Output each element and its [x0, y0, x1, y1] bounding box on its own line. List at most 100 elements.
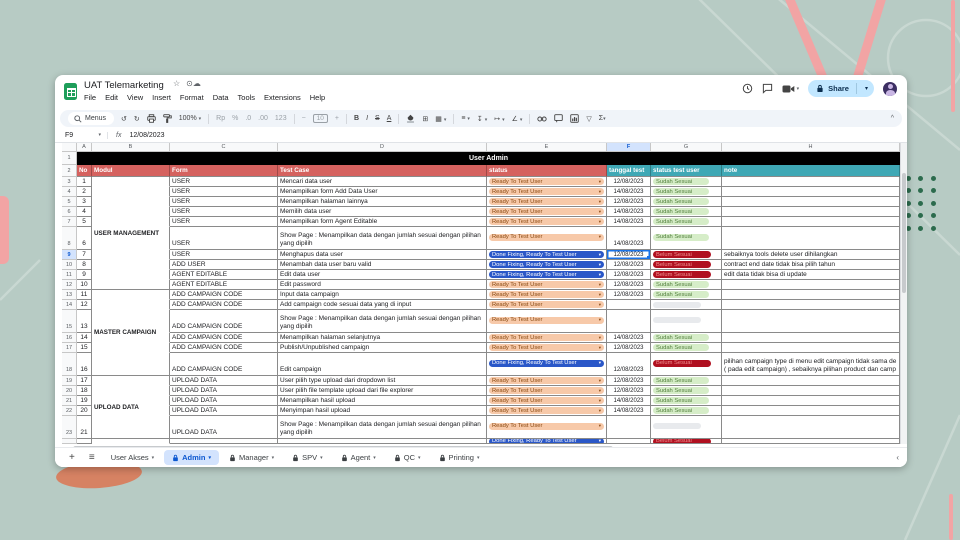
cell-no[interactable]: 11 [77, 290, 92, 300]
chip-caret-icon[interactable]: ▾ [599, 262, 601, 268]
redo-button[interactable]: ↻ [134, 115, 140, 123]
row-header[interactable]: 6 [62, 207, 77, 217]
status-dropdown-chip[interactable]: Done Fixing, Ready To Test User ▾ [489, 271, 604, 278]
cell-test-case[interactable]: Mencari data user [278, 177, 487, 187]
result-dropdown-chip[interactable]: Sudah Sesuai [653, 178, 709, 185]
menu-edit[interactable]: Edit [105, 93, 118, 102]
meet-video-icon[interactable]: ▾ [782, 84, 799, 94]
cell-note[interactable] [722, 310, 900, 333]
cell-no[interactable]: 13 [77, 310, 92, 333]
cell-test-case[interactable]: Publish/Unpublished campaign [278, 343, 487, 353]
move-folder-icon[interactable]: ⊙ [186, 79, 193, 88]
cell-tanggal-test[interactable]: 12/08/2023 [607, 177, 651, 187]
merge-cells-button[interactable]: ▦ ▾ [435, 115, 446, 123]
cell-form[interactable]: USER [170, 207, 278, 217]
cell-tanggal-test[interactable] [607, 310, 651, 333]
cell-note[interactable] [722, 300, 900, 310]
cell-no[interactable]: 12 [77, 300, 92, 310]
result-dropdown-chip[interactable]: Sudah Sesuai [653, 407, 709, 414]
cell-test-case[interactable] [278, 439, 487, 444]
table-column-header[interactable]: Modul [92, 165, 170, 177]
cell-status-test-user[interactable] [651, 300, 722, 310]
cell-test-case[interactable]: Show Page : Menampilkan data dengan juml… [278, 416, 487, 439]
cell-form[interactable]: USER [170, 250, 278, 260]
result-dropdown-chip[interactable]: Sudah Sesuai [653, 218, 709, 225]
menu-insert[interactable]: Insert [152, 93, 171, 102]
comments-icon[interactable] [762, 83, 773, 94]
cell-no[interactable]: 5 [77, 217, 92, 227]
chip-caret-icon[interactable]: ▾ [599, 199, 601, 205]
selected-cell-F9[interactable]: 12/08/2023 [607, 250, 651, 260]
borders-button[interactable]: ⊞ [422, 115, 428, 123]
create-filter-button[interactable]: ▽ [586, 115, 591, 123]
status-dropdown-chip[interactable]: Ready To Test User ▾ [489, 208, 604, 215]
cell-status-test-user[interactable]: Sudah Sesuai [651, 280, 722, 290]
cell-status-test-user[interactable]: Sudah Sesuai [651, 396, 722, 406]
cell-form[interactable]: ADD CAMPAIGN CODE [170, 343, 278, 353]
italic-button[interactable]: I [366, 115, 368, 122]
cell-note[interactable] [722, 333, 900, 343]
functions-button[interactable]: Σ ▾ [599, 115, 606, 122]
cell-modul[interactable] [92, 250, 170, 260]
cell-modul[interactable] [92, 177, 170, 187]
cell-status-test-user[interactable]: Belum Sesuai [651, 353, 722, 376]
cell-test-case[interactable]: Edit password [278, 280, 487, 290]
number-format-button[interactable]: 123 [275, 115, 287, 122]
result-dropdown-chip[interactable]: Belum Sesuai [653, 359, 711, 367]
cell-status-test-user[interactable]: Sudah Sesuai [651, 177, 722, 187]
menu-extensions[interactable]: Extensions [264, 93, 301, 102]
cell-status-test-user[interactable]: Sudah Sesuai [651, 290, 722, 300]
cell-modul[interactable] [92, 290, 170, 300]
column-header-E[interactable]: E [487, 143, 607, 152]
result-dropdown-chip[interactable]: Sudah Sesuai [653, 334, 709, 341]
cell-status[interactable]: Ready To Test User ▾ [487, 386, 607, 396]
paint-format-button[interactable] [163, 114, 172, 123]
cell-status[interactable]: Ready To Test User ▾ [487, 177, 607, 187]
sheet-tab-admin[interactable]: Admin ▾ [164, 450, 219, 465]
cell-modul[interactable] [92, 280, 170, 290]
cell-modul[interactable] [92, 353, 170, 376]
status-dropdown-chip[interactable]: Ready To Test User ▾ [489, 218, 604, 225]
cell-tanggal-test[interactable]: 12/08/2023 [607, 280, 651, 290]
row-header[interactable]: 4 [62, 187, 77, 197]
row-header[interactable]: 12 [62, 280, 77, 290]
namebox-caret-icon[interactable]: ▾ [98, 132, 101, 138]
tab-caret-icon[interactable]: ▾ [152, 455, 155, 461]
column-header-H[interactable]: H [722, 143, 900, 152]
chip-caret-icon[interactable]: ▾ [599, 219, 601, 225]
cell-modul[interactable] [92, 207, 170, 217]
cell-no[interactable]: 15 [77, 343, 92, 353]
cell-tanggal-test[interactable]: 14/08/2023 [607, 207, 651, 217]
table-column-header[interactable]: Test Case [278, 165, 487, 177]
cell-no[interactable]: 8 [77, 260, 92, 270]
cell-tanggal-test[interactable]: 14/08/2023 [607, 406, 651, 416]
text-color-button[interactable]: A [387, 115, 392, 122]
cell-tanggal-test[interactable]: 12/08/2023 [607, 376, 651, 386]
chip-caret-icon[interactable]: ▾ [599, 378, 601, 384]
cell-status[interactable]: Ready To Test User ▾ [487, 290, 607, 300]
chip-caret-icon[interactable]: ▾ [599, 302, 601, 308]
row-header[interactable]: 17 [62, 343, 77, 353]
cell-form[interactable]: UPLOAD DATA [170, 376, 278, 386]
row-header[interactable] [62, 439, 77, 444]
version-history-icon[interactable] [742, 83, 753, 94]
cell-note[interactable]: sebaiknya tools delete user dihilangkan [722, 250, 900, 260]
cell-status-test-user[interactable]: Sudah Sesuai [651, 343, 722, 353]
insert-chart-button[interactable] [570, 114, 580, 123]
cell-no[interactable]: 10 [77, 280, 92, 290]
cell-form[interactable]: ADD CAMPAIGN CODE [170, 290, 278, 300]
cell-status[interactable]: Ready To Test User ▾ [487, 396, 607, 406]
cell-modul[interactable] [92, 386, 170, 396]
cell-form[interactable]: UPLOAD DATA [170, 386, 278, 396]
column-header-B[interactable]: B [92, 143, 170, 152]
result-dropdown-chip[interactable]: Sudah Sesuai [653, 198, 709, 205]
name-box[interactable]: F9 ▾ [55, 132, 107, 139]
cell-test-case[interactable]: Menampilkan halaman selanjutnya [278, 333, 487, 343]
tab-scroll-left-button[interactable]: ‹ [896, 453, 899, 462]
decrease-font-size-button[interactable]: − [302, 115, 306, 122]
table-column-header[interactable]: tanggal test [607, 165, 651, 177]
tab-caret-icon[interactable]: ▾ [208, 455, 211, 461]
cell-test-case[interactable]: Menghapus data user [278, 250, 487, 260]
spreadsheet-grid[interactable]: A B C D E F G H 1 User Admin 2 No Modul Form Test Case… [62, 143, 900, 444]
star-icon[interactable]: ☆ [173, 79, 186, 88]
